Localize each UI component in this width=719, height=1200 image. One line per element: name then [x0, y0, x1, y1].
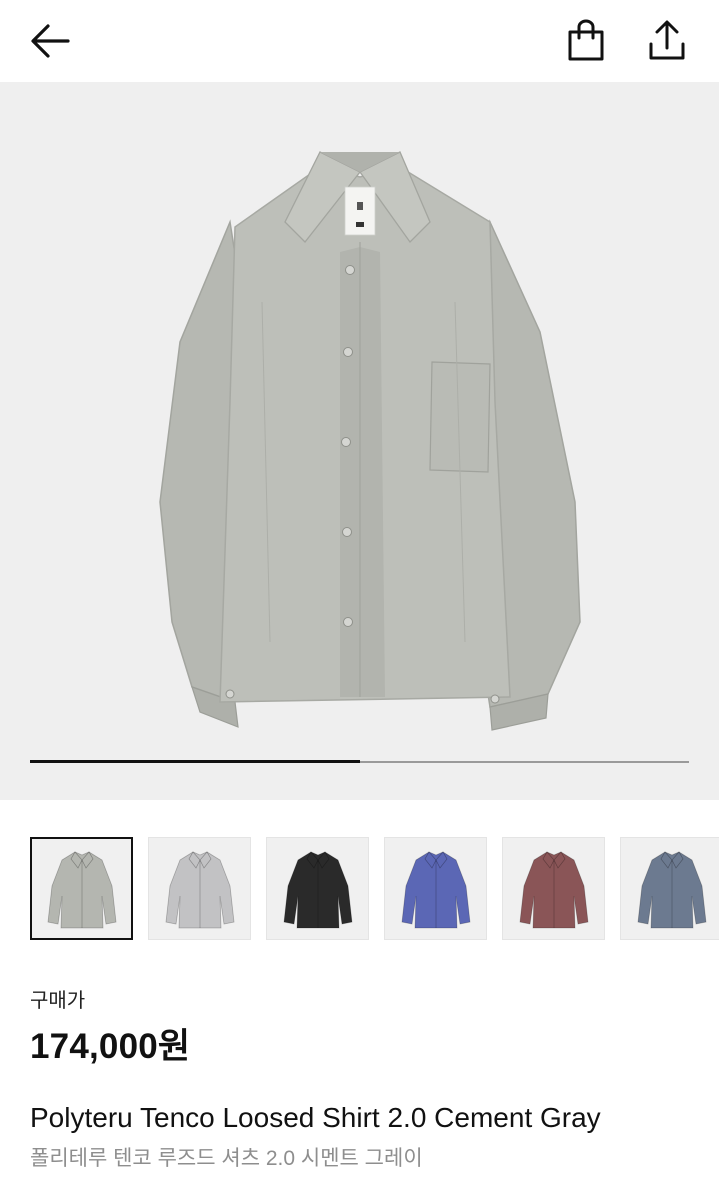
color-thumbnail[interactable]: [502, 837, 605, 940]
price-value: 174,000원: [30, 1027, 191, 1066]
share-button[interactable]: [640, 14, 694, 66]
product-shirt-image: [159, 151, 581, 731]
shirt-thumbnail-image: [637, 850, 706, 928]
shirt-thumbnail-image: [165, 850, 234, 928]
product-title-en: Polyteru Tenco Loosed Shirt 2.0 Cement G…: [30, 1102, 601, 1133]
color-thumbnail[interactable]: [148, 837, 251, 940]
color-thumbnail[interactable]: [30, 837, 133, 940]
shirt-thumbnail-image: [519, 850, 588, 928]
share-upload-icon: [649, 20, 685, 60]
arrow-left-icon: [31, 24, 70, 58]
shopping-bag-icon: [568, 19, 604, 61]
color-thumbnail[interactable]: [384, 837, 487, 940]
top-bar: [0, 0, 719, 82]
cart-button[interactable]: [560, 14, 612, 66]
price-label: 구매가: [30, 990, 86, 1012]
product-image-carousel[interactable]: [0, 82, 719, 800]
shirt-thumbnail-image: [47, 850, 116, 928]
shirt-thumbnail-image: [401, 850, 470, 928]
gallery-progress-indicator: [30, 760, 360, 763]
back-button[interactable]: [22, 16, 78, 66]
color-thumbnail[interactable]: [266, 837, 369, 940]
color-thumbnail[interactable]: [620, 837, 719, 940]
color-thumbnail-list: [0, 800, 719, 950]
product-title-ko: 폴리테루 텐코 루즈드 셔츠 2.0 시멘트 그레이: [30, 1147, 423, 1170]
shirt-thumbnail-image: [283, 850, 352, 928]
